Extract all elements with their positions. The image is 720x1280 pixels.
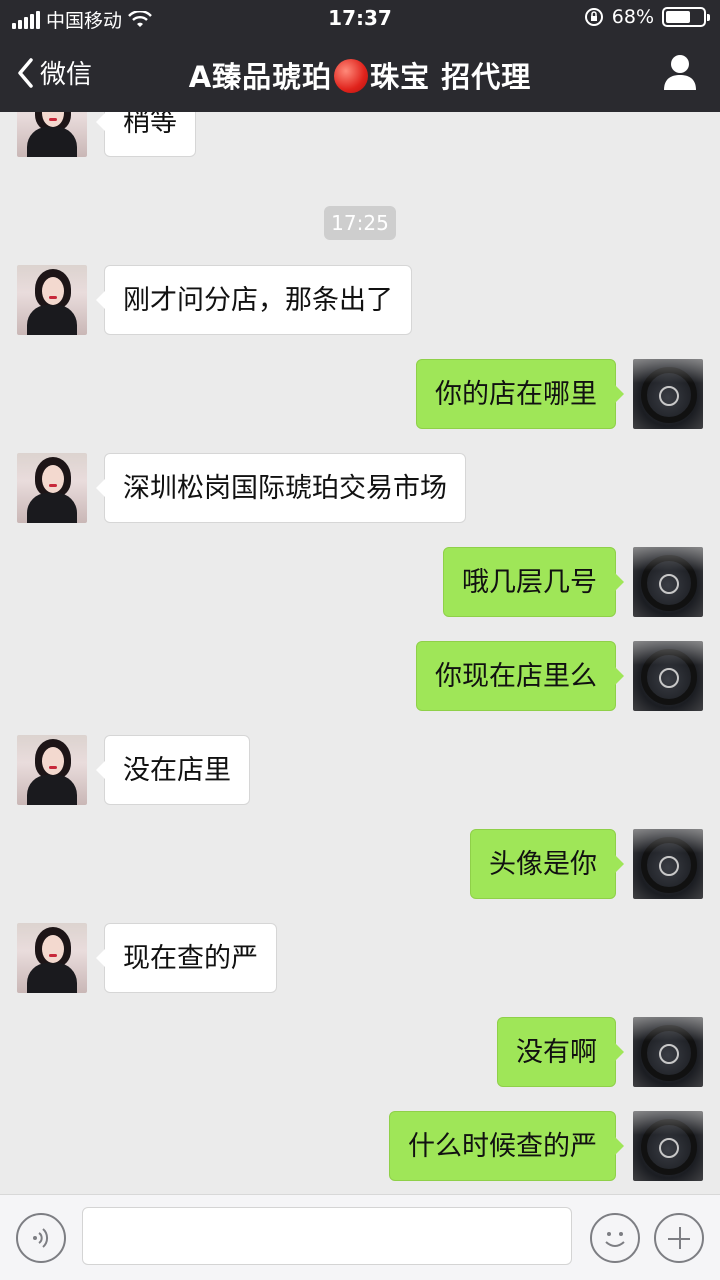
- contact-avatar[interactable]: [17, 112, 87, 157]
- my-avatar[interactable]: [633, 1111, 703, 1181]
- emoji-button[interactable]: [590, 1213, 640, 1263]
- incoming-message[interactable]: 现在查的严: [96, 923, 277, 993]
- incoming-message[interactable]: 深圳松岗国际琥珀交易市场: [96, 453, 466, 523]
- outgoing-message[interactable]: 头像是你: [470, 829, 624, 899]
- my-avatar[interactable]: [633, 547, 703, 617]
- battery-icon: [662, 7, 710, 27]
- top-bar: 中国移动 17:37 68% 微信 A臻品琥珀 珠宝 招代理: [0, 0, 720, 112]
- my-avatar[interactable]: [633, 641, 703, 711]
- outgoing-message[interactable]: 你的店在哪里: [416, 359, 624, 429]
- chat-title: A臻品琥珀 珠宝 招代理: [0, 54, 720, 96]
- chat-title-part2: 珠宝 招代理: [370, 60, 532, 94]
- input-bar: [0, 1194, 720, 1280]
- person-icon: [664, 55, 696, 90]
- voice-icon: [33, 1228, 49, 1248]
- contact-avatar[interactable]: [17, 735, 87, 805]
- contact-avatar[interactable]: [17, 923, 87, 993]
- outgoing-message[interactable]: 没有啊: [497, 1017, 624, 1087]
- my-avatar[interactable]: [633, 359, 703, 429]
- outgoing-message[interactable]: 哦几层几号: [443, 547, 624, 617]
- contact-avatar[interactable]: [17, 265, 87, 335]
- chat-info-button[interactable]: [662, 52, 698, 92]
- red-circle-emoji-icon: [334, 59, 369, 93]
- incoming-message[interactable]: 没在店里: [96, 735, 250, 805]
- contact-avatar[interactable]: [17, 453, 87, 523]
- outgoing-message[interactable]: 什么时候查的严: [389, 1111, 624, 1181]
- outgoing-message[interactable]: 你现在店里么: [416, 641, 624, 711]
- my-avatar[interactable]: [633, 829, 703, 899]
- voice-button[interactable]: [16, 1213, 66, 1263]
- incoming-message[interactable]: 稍等: [96, 112, 196, 157]
- status-bar: 中国移动 17:37 68%: [0, 0, 720, 36]
- battery-percent: 68%: [611, 6, 654, 28]
- message-input[interactable]: [82, 1207, 572, 1265]
- message-list[interactable]: 17:25 稍等刚才问分店，那条出了 你的店在哪里深圳松岗国际琥珀交易市场哦几层几…: [0, 112, 720, 1194]
- chat-title-part1: A臻品琥珀: [188, 60, 333, 94]
- my-avatar[interactable]: [633, 1017, 703, 1087]
- nav-bar: 微信 A臻品琥珀 珠宝 招代理: [0, 36, 720, 112]
- plus-button[interactable]: [654, 1213, 704, 1263]
- emoji-icon: [605, 1232, 625, 1247]
- incoming-message[interactable]: 刚才问分店，那条出了: [96, 265, 412, 335]
- orientation-lock-icon: [584, 8, 603, 26]
- timestamp-pill: 17:25: [324, 206, 396, 240]
